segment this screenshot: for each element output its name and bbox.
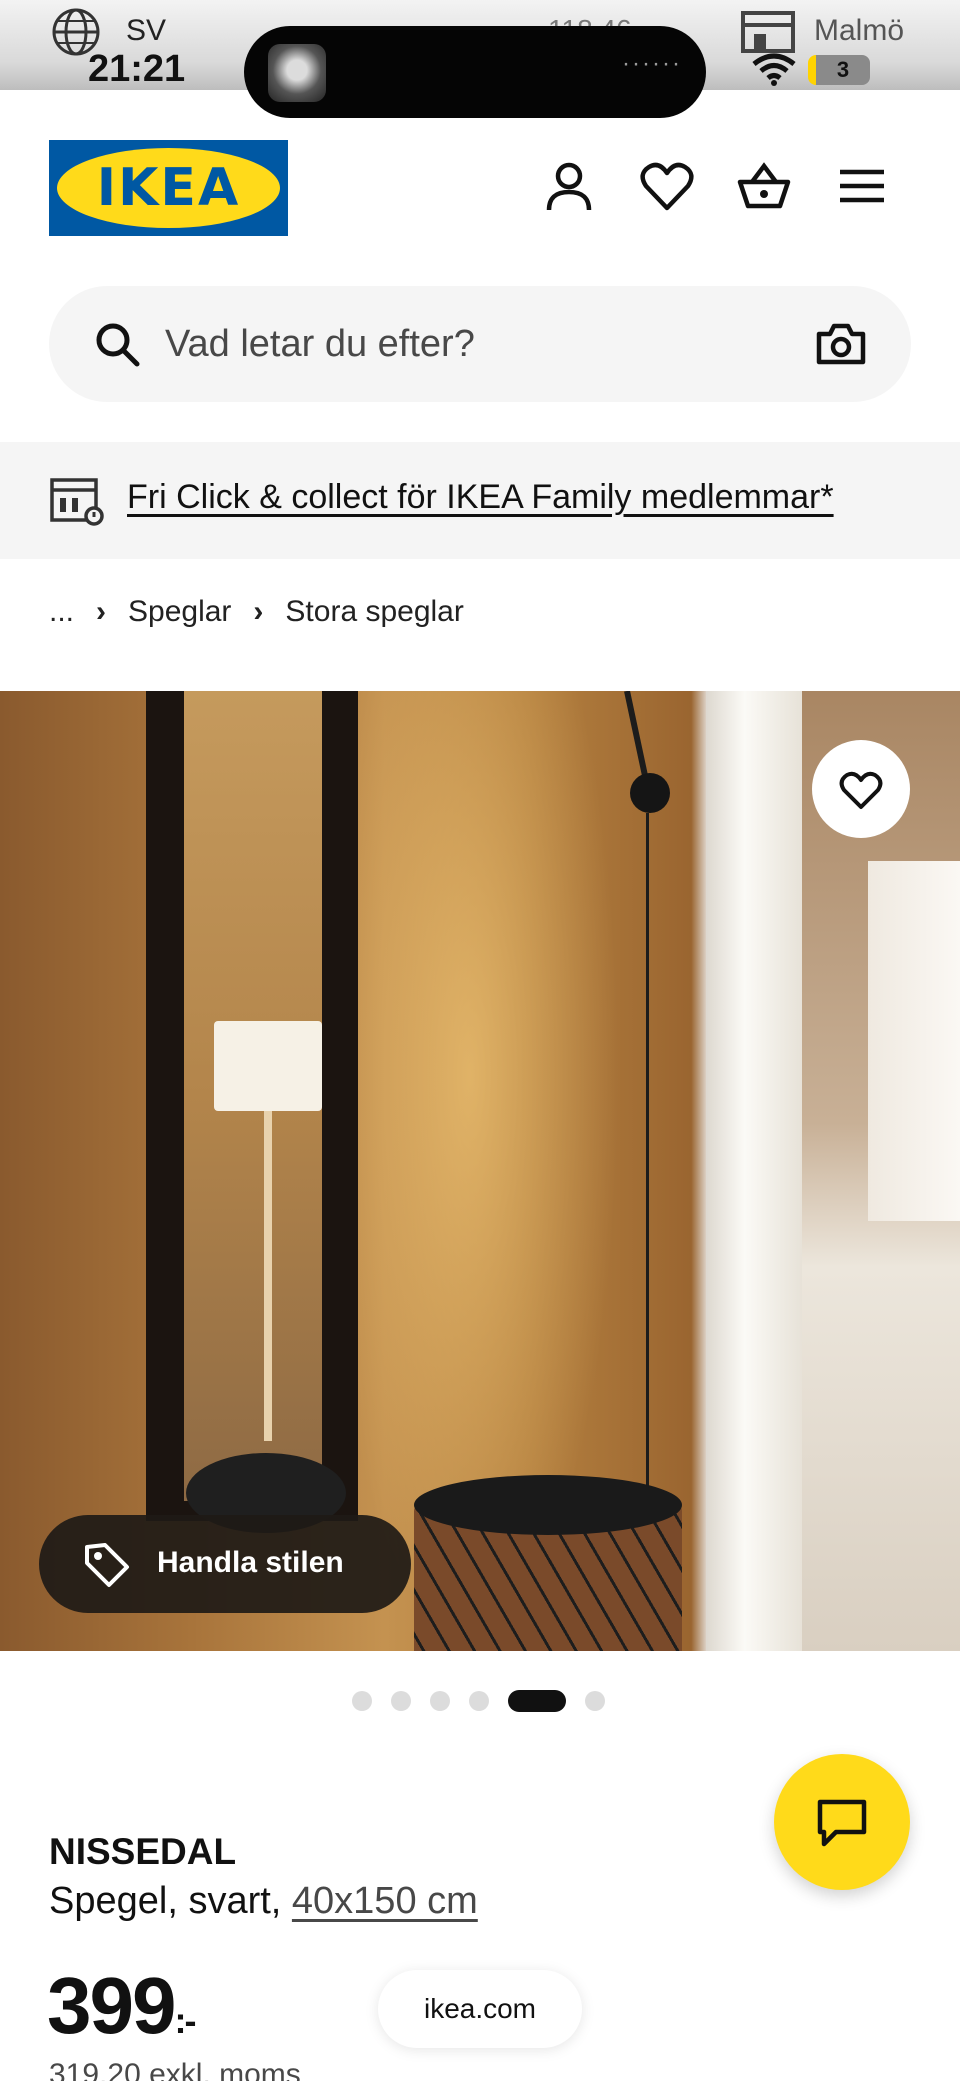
- price-excl-vat: 319,20 exkl. moms: [49, 2058, 301, 2081]
- audio-wave-icon: ······: [622, 50, 682, 77]
- tag-icon: [85, 1543, 129, 1587]
- carousel-dot[interactable]: [391, 1691, 411, 1711]
- store-name: Malmö: [814, 14, 905, 47]
- product-size-link[interactable]: 40x150 cm: [292, 1880, 478, 1922]
- chat-button[interactable]: [774, 1754, 910, 1890]
- heart-icon[interactable]: [639, 158, 695, 214]
- user-icon[interactable]: [541, 158, 597, 214]
- basket-icon[interactable]: [736, 158, 792, 214]
- image-lampstand: [264, 1111, 272, 1441]
- breadcrumb-item-speglar[interactable]: Speglar: [128, 595, 231, 629]
- image-doorframe: [706, 691, 802, 1651]
- product-name: NISSEDAL: [49, 1831, 237, 1872]
- search-icon[interactable]: [93, 320, 141, 368]
- image-basket-lid: [414, 1475, 682, 1535]
- search-bar[interactable]: [49, 286, 911, 402]
- image-lamp-arm: [624, 691, 649, 780]
- breadcrumb: ... › Speglar › Stora speglar: [49, 592, 464, 632]
- logo-wordmark: IKEA: [96, 158, 241, 218]
- dynamic-island[interactable]: ······: [244, 26, 706, 118]
- chevron-right-icon: ›: [96, 595, 107, 628]
- shop-the-look-label: Handla stilen: [157, 1546, 344, 1579]
- image-curtain: [868, 861, 960, 1221]
- product-price: 399:-: [47, 1960, 196, 2052]
- shop-the-look-button[interactable]: Handla stilen: [39, 1515, 411, 1613]
- ikea-logo[interactable]: IKEA: [49, 140, 288, 236]
- menu-icon[interactable]: [834, 158, 890, 214]
- battery-indicator: 3: [808, 55, 870, 85]
- chat-icon: [817, 1799, 867, 1847]
- chevron-right-icon: ›: [253, 595, 264, 628]
- wifi-icon: [752, 53, 796, 86]
- carousel-dot-active[interactable]: [508, 1690, 566, 1712]
- carousel-dot[interactable]: [469, 1691, 489, 1711]
- carousel-indicator[interactable]: [352, 1690, 624, 1712]
- carousel-dot[interactable]: [585, 1691, 605, 1711]
- product-type: Spegel, svart,: [49, 1880, 282, 1922]
- camera-icon[interactable]: [815, 320, 867, 368]
- image-lampshade: [214, 1021, 322, 1111]
- now-playing-thumbnail: [268, 44, 326, 102]
- breadcrumb-item-stora-speglar[interactable]: Stora speglar: [285, 595, 463, 629]
- store-icon: [741, 11, 795, 53]
- add-to-favorites-button[interactable]: [812, 740, 910, 838]
- price-suffix: :-: [174, 2000, 196, 2041]
- carousel-dot[interactable]: [430, 1691, 450, 1711]
- search-input[interactable]: [165, 316, 765, 372]
- carousel-dot[interactable]: [352, 1691, 372, 1711]
- image-cord: [646, 813, 649, 1593]
- price-value: 399: [47, 1961, 176, 2050]
- product-image[interactable]: [0, 691, 960, 1651]
- product-description: Spegel, svart, 40x150 cm: [49, 1880, 478, 1923]
- store-pickup-icon: [50, 478, 104, 526]
- language-label: SV: [126, 14, 167, 47]
- breadcrumb-ellipsis[interactable]: ...: [49, 595, 74, 629]
- heart-icon: [839, 771, 883, 809]
- image-wall-lamp: [630, 773, 670, 813]
- click-collect-link[interactable]: Fri Click & collect för IKEA Family medl…: [127, 478, 834, 517]
- clock: 21:21: [88, 48, 186, 90]
- promo-banner: Fri Click & collect för IKEA Family medl…: [0, 442, 960, 559]
- browser-address-pill[interactable]: ikea.com: [378, 1970, 582, 2048]
